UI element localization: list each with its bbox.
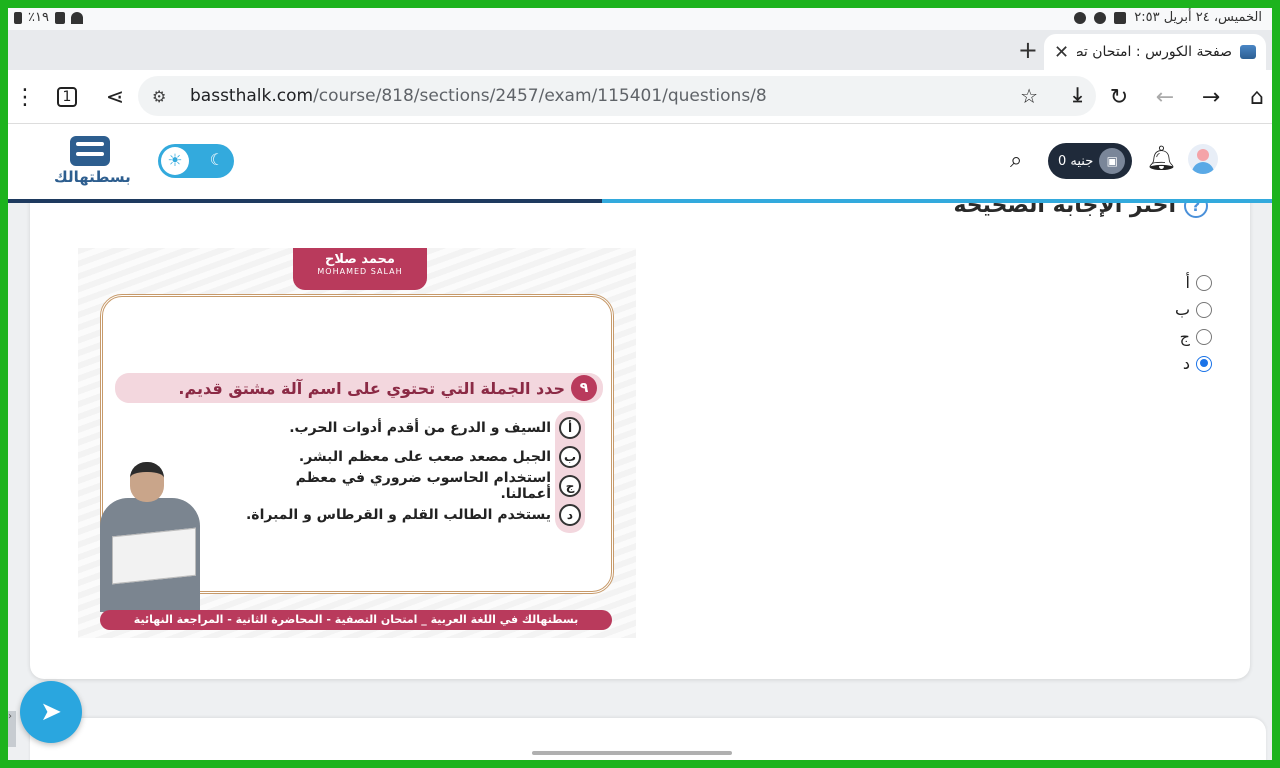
choice-letter: ب	[559, 445, 581, 468]
logo-text: بسطتهالك	[54, 168, 131, 186]
url-path: /course/818/sections/2457/exam/115401/qu…	[313, 86, 767, 106]
moon-icon: ☾	[209, 150, 224, 169]
image-choice: ج استخدام الحاسوب ضروري في معظم أعمالنا.	[241, 469, 581, 502]
telegram-icon[interactable]: ➤	[20, 681, 82, 743]
help-icon[interactable]: ?	[1184, 203, 1208, 218]
option-d[interactable]: د	[1175, 350, 1212, 377]
signal-icon	[54, 11, 65, 24]
tab-switcher-icon[interactable]: 1	[52, 82, 82, 112]
answer-options: أ ب ج د	[1175, 269, 1212, 377]
option-b[interactable]: ب	[1175, 296, 1212, 323]
theme-toggle[interactable]: ☀ ☾	[158, 144, 234, 178]
question-heading: ? اختر الإجابة الصحيحة	[953, 203, 1208, 218]
image-choices: أ السيف و الدرع من أقدم أدوات الحرب. ب الج…	[241, 413, 581, 529]
teacher-figure	[90, 462, 202, 612]
url-field[interactable]: ⚙ bassthalk.com/course/818/sections/2457…	[138, 76, 1096, 116]
status-datetime: الخميس، ٢٤ أبريل ٢:٥٣	[1134, 10, 1262, 25]
image-choice: د يستخدم الطالب القلم و القرطاس و المبراة…	[241, 500, 581, 529]
battery-icon	[14, 11, 22, 24]
image-footer: بسطتهالك في اللغة العربية _ امتحان التصف…	[100, 610, 612, 630]
brand-badge: محمد صلاح MOHAMED SALAH	[293, 248, 427, 290]
whatsapp-icon	[1074, 11, 1087, 24]
menu-dots-icon[interactable]: ⋮	[10, 82, 40, 112]
status-left: ٪١٩	[14, 10, 83, 25]
radio-d[interactable]	[1196, 355, 1212, 372]
next-card	[30, 718, 1266, 760]
bell-icon[interactable]: 🔔︎	[1146, 144, 1176, 172]
option-c[interactable]: ج	[1175, 323, 1212, 350]
bookmark-star-icon[interactable]: ☆	[1020, 84, 1038, 108]
url-host: bassthalk.com	[190, 86, 314, 106]
url-text: bassthalk.com/course/818/sections/2457/e…	[190, 86, 767, 106]
search-icon[interactable]: ⌕	[1010, 148, 1022, 173]
wallet-amount: 0 جنيه	[1058, 153, 1094, 169]
option-b-label: ب	[1174, 300, 1190, 319]
avatar-head	[1197, 149, 1209, 161]
radio-a[interactable]	[1196, 274, 1212, 291]
teacher-paper	[112, 527, 196, 585]
sun-icon: ☀	[161, 147, 189, 175]
site-favicon-icon	[1240, 45, 1256, 59]
avatar[interactable]	[1188, 144, 1218, 174]
wallet-icon: ▣	[1099, 148, 1126, 174]
image-choice: أ السيف و الدرع من أقدم أدوات الحرب.	[241, 413, 581, 442]
option-a[interactable]: أ	[1175, 269, 1212, 296]
image-choice: ب الجبل مصعد صعب على معظم البشر.	[241, 442, 581, 471]
back-icon[interactable]: ←	[1150, 82, 1180, 112]
wallet-balance[interactable]: 0 جنيه ▣	[1048, 143, 1132, 179]
choice-text: الجبل مصعد صعب على معظم البشر.	[298, 448, 551, 465]
radio-b[interactable]	[1196, 301, 1212, 318]
choice-text: استخدام الحاسوب ضروري في معظم أعمالنا.	[295, 469, 552, 502]
home-indicator[interactable]	[532, 751, 732, 755]
share-icon[interactable]: ⋖	[100, 82, 130, 112]
option-a-label: أ	[1185, 273, 1190, 292]
screen-frame: ٪١٩ الخميس، ٢٤ أبريل ٢:٥٣ صفحة الكورس : …	[0, 0, 1280, 768]
question-image: محمد صلاح MOHAMED SALAH ٩ حدد الجملة الت…	[78, 248, 636, 638]
status-bar: ٪١٩ الخميس، ٢٤ أبريل ٢:٥٣	[8, 8, 1272, 30]
reload-icon[interactable]: ↻	[1104, 82, 1134, 112]
question-heading-text: اختر الإجابة الصحيحة	[953, 203, 1176, 218]
choice-letter: أ	[559, 416, 581, 439]
new-tab-button[interactable]: +	[1018, 36, 1038, 64]
tab-course-page[interactable]: صفحة الكورس : امتحان تصفية ✕	[1044, 34, 1266, 70]
battery-level: ٪١٩	[28, 10, 49, 25]
main-content: ? اختر الإجابة الصحيحة أ ب ج د محمد صلاح…	[8, 203, 1272, 760]
brand-latin: MOHAMED SALAH	[317, 267, 403, 276]
forward-icon[interactable]: →	[1196, 82, 1226, 112]
choice-letter: ج	[559, 474, 581, 497]
gallery-icon	[1114, 11, 1127, 24]
home-icon[interactable]: ⌂	[1242, 82, 1272, 112]
logo-books-icon	[70, 136, 110, 166]
site-logo[interactable]: بسطتهالك	[54, 132, 131, 190]
address-bar: ⋮ 1 ⋖ ⚙ bassthalk.com/course/818/section…	[8, 70, 1272, 124]
status-right: الخميس، ٢٤ أبريل ٢:٥٣	[1074, 10, 1262, 25]
choice-text: يستخدم الطالب القلم و القرطاس و المبراة.	[245, 506, 551, 523]
tab-strip: صفحة الكورس : امتحان تصفية ✕ +	[8, 30, 1272, 70]
question-text-bar: ٩ حدد الجملة التي تحتوي على اسم آلة مشتق…	[115, 373, 603, 403]
question-text: حدد الجملة التي تحتوي على اسم آلة مشتق ق…	[178, 378, 565, 398]
side-panel-handle[interactable]: ›	[8, 711, 16, 747]
wifi-icon	[70, 11, 83, 24]
choice-letter: د	[559, 503, 581, 526]
avatar-body	[1192, 162, 1214, 174]
messenger-icon	[1094, 11, 1107, 24]
radio-c[interactable]	[1196, 328, 1212, 345]
teacher-head	[130, 462, 164, 502]
site-settings-icon[interactable]: ⚙	[152, 87, 178, 106]
option-d-label: د	[1182, 354, 1190, 373]
option-c-label: ج	[1179, 327, 1190, 346]
close-tab-icon[interactable]: ✕	[1054, 42, 1069, 63]
brand-name: محمد صلاح	[325, 252, 395, 267]
question-number: ٩	[571, 375, 597, 401]
download-icon[interactable]: ⤓	[1073, 82, 1082, 106]
question-card: ? اختر الإجابة الصحيحة أ ب ج د محمد صلاح…	[30, 203, 1250, 679]
site-header: بسطتهالك ☀ ☾ ⌕ 0 جنيه ▣ 🔔︎	[8, 124, 1272, 199]
tab-title: صفحة الكورس : امتحان تصفية	[1077, 44, 1232, 60]
choice-text: السيف و الدرع من أقدم أدوات الحرب.	[289, 419, 551, 436]
